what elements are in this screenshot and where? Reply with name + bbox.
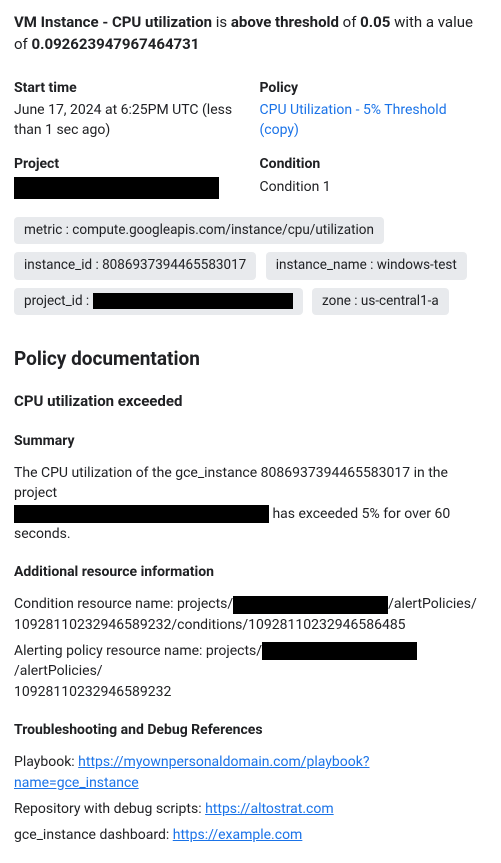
policy-documentation-heading: Policy documentation [14,345,487,373]
project-redacted [14,177,219,199]
chip-project-id-redacted [93,293,293,309]
start-time-value: June 17, 2024 at 6:25PM UTC (less than 1… [14,100,242,141]
troubleshooting-heading: Troubleshooting and Debug References [14,720,487,740]
dashboard-line: gce_instance dashboard: https://example.… [14,825,487,845]
alert-headline: VM Instance - CPU utilization is above t… [14,12,487,56]
alerting-policy-resource-name: Alerting policy resource name: projects/… [14,641,487,702]
chip-zone: zone : us-central1-a [312,288,449,316]
repo-link[interactable]: https://altostrat.com [205,801,334,817]
headline-threshold: 0.05 [360,13,390,31]
chip-instance-name: instance_name : windows-test [266,252,467,280]
doc-subheading: CPU utilization exceeded [14,391,487,413]
condition-value: Condition 1 [260,177,488,197]
headline-value: 0.092623947967464731 [32,35,200,53]
row-project-condition: Project Condition Condition 1 [14,154,487,198]
headline-state: above threshold [231,13,339,31]
policy-link[interactable]: CPU Utilization - 5% Threshold (copy) [260,102,447,138]
summary-heading: Summary [14,431,487,451]
chip-metric: metric : compute.googleapis.com/instance… [14,217,384,245]
summary-project-redacted [14,505,269,523]
headline-resource: VM Instance - CPU utilization [14,13,212,31]
dashboard-link[interactable]: https://example.com [173,827,303,843]
additional-resource-heading: Additional resource information [14,562,487,582]
cond-project-redacted [233,596,388,614]
label-chips: metric : compute.googleapis.com/instance… [14,213,487,320]
project-label: Project [14,154,242,174]
condition-resource-name: Condition resource name: projects//alert… [14,594,487,635]
summary-text: The CPU utilization of the gce_instance … [14,463,487,544]
row-start-policy: Start time June 17, 2024 at 6:25PM UTC (… [14,78,487,141]
policy-label: Policy [260,78,488,98]
chip-instance-id: instance_id : 8086937394465583017 [14,252,256,280]
chip-project-id: project_id : [14,288,303,316]
start-time-label: Start time [14,78,242,98]
playbook-line: Playbook: https://myownpersonaldomain.co… [14,752,487,793]
repo-line: Repository with debug scripts: https://a… [14,799,487,819]
alert-project-redacted [262,642,417,660]
condition-label: Condition [260,154,488,174]
